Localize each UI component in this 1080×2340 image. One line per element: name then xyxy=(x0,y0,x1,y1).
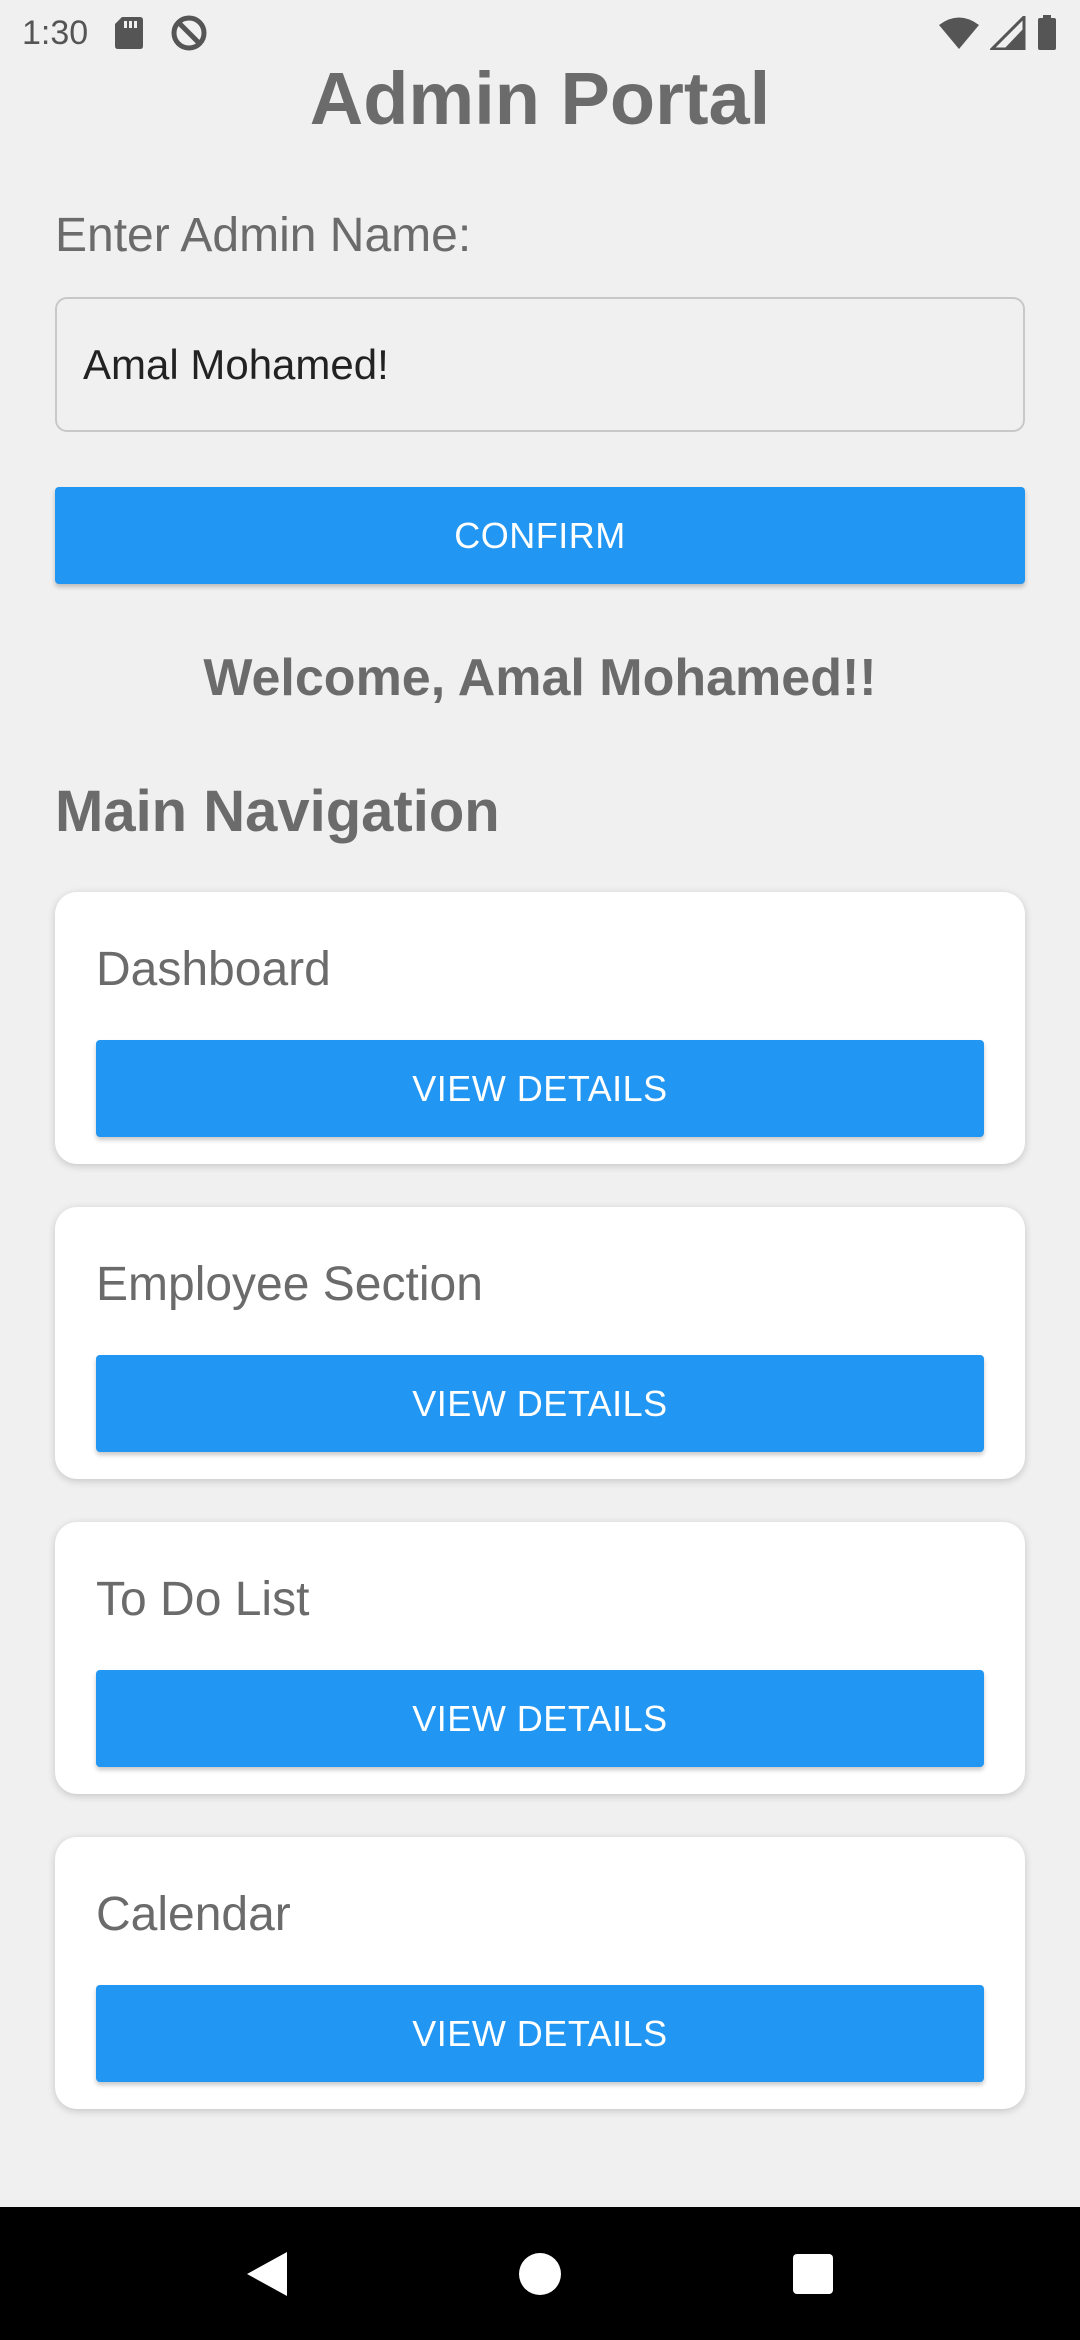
view-details-button-employee-section[interactable]: VIEW DETAILS xyxy=(96,1355,984,1452)
section-heading: Main Navigation xyxy=(55,779,500,844)
page-title: Admin Portal xyxy=(309,57,771,140)
status-time: 1:30 xyxy=(22,13,89,52)
view-details-button-to-do-list[interactable]: VIEW DETAILS xyxy=(96,1670,984,1767)
system-navigation-bar xyxy=(0,2207,1080,2340)
data-saver-icon xyxy=(170,14,208,52)
nav-card-title: To Do List xyxy=(96,1573,310,1626)
signal-icon xyxy=(990,16,1026,50)
view-details-button-calendar[interactable]: VIEW DETAILS xyxy=(96,1985,984,2082)
admin-name-label: Enter Admin Name: xyxy=(55,209,472,262)
battery-icon xyxy=(1036,15,1058,51)
view-details-button-dashboard[interactable]: VIEW DETAILS xyxy=(96,1040,984,1137)
back-icon[interactable] xyxy=(227,2234,307,2314)
nav-card-dashboard: Dashboard VIEW DETAILS xyxy=(55,892,1025,1164)
navigation-list: Dashboard VIEW DETAILS Employee Section … xyxy=(55,892,1025,2109)
nav-card-to-do-list: To Do List VIEW DETAILS xyxy=(55,1522,1025,1794)
welcome-message: Welcome, Amal Mohamed!! xyxy=(203,649,877,707)
confirm-button[interactable]: CONFIRM xyxy=(55,487,1025,584)
nav-card-calendar: Calendar VIEW DETAILS xyxy=(55,1837,1025,2109)
wifi-icon xyxy=(938,16,980,50)
home-icon[interactable] xyxy=(500,2234,580,2314)
sd-card-icon xyxy=(114,16,144,50)
nav-card-title: Dashboard xyxy=(96,943,331,996)
nav-card-employee-section: Employee Section VIEW DETAILS xyxy=(55,1207,1025,1479)
nav-card-title: Calendar xyxy=(96,1888,291,1941)
admin-name-input[interactable] xyxy=(55,297,1025,432)
nav-card-title: Employee Section xyxy=(96,1258,483,1311)
recents-icon[interactable] xyxy=(773,2234,853,2314)
